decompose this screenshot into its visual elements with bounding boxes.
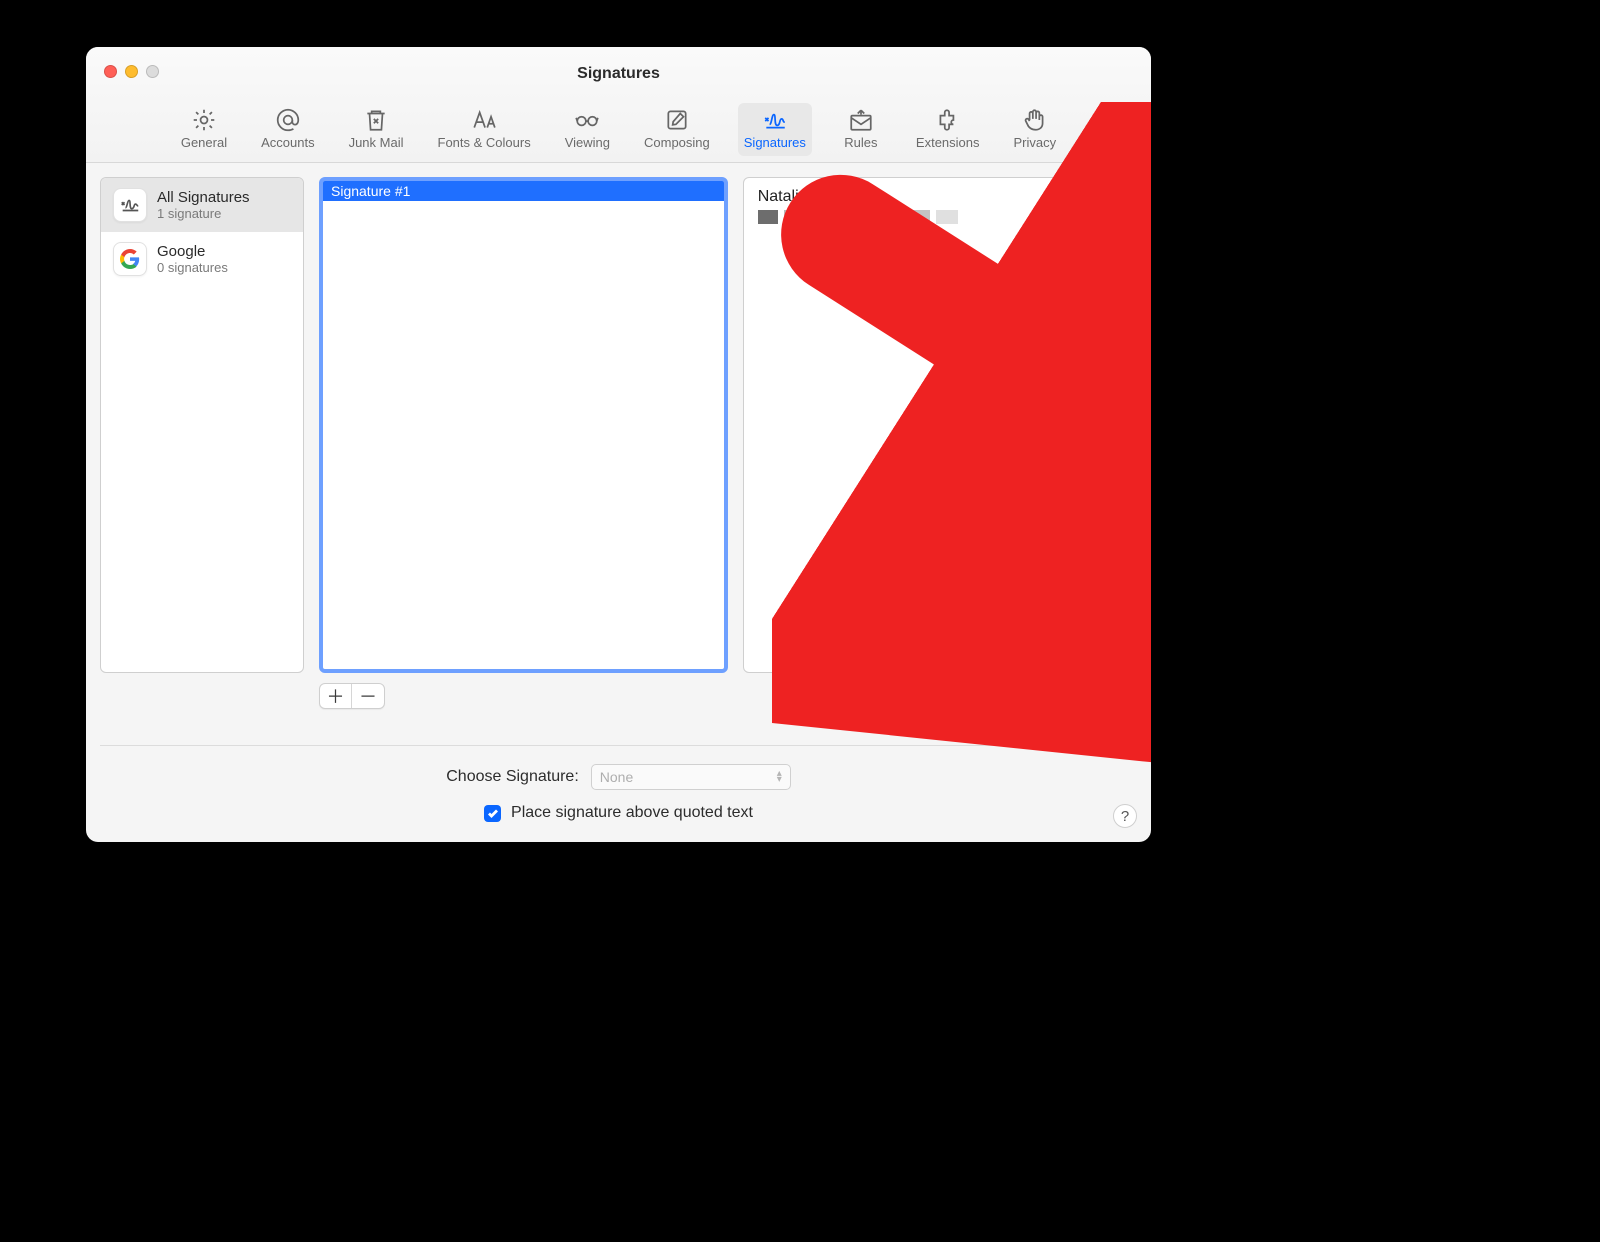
add-signature-button[interactable]: ＋ bbox=[320, 684, 352, 708]
tab-viewing[interactable]: Viewing bbox=[559, 103, 616, 156]
tab-label: Privacy bbox=[1014, 135, 1057, 150]
checkbox-checked-icon[interactable] bbox=[825, 684, 842, 701]
compose-icon bbox=[662, 107, 692, 133]
redacted-line bbox=[758, 210, 1122, 224]
footer: Choose Signature: None ▴▾ Place signatur… bbox=[86, 746, 1151, 842]
tab-junk-mail[interactable]: Junk Mail bbox=[343, 103, 410, 156]
tab-accounts[interactable]: Accounts bbox=[255, 103, 320, 156]
tab-privacy[interactable]: Privacy bbox=[1008, 103, 1063, 156]
account-subtitle: 1 signature bbox=[157, 206, 250, 221]
checkbox-checked-icon[interactable] bbox=[484, 805, 501, 822]
place-above-label: Place signature above quoted text bbox=[511, 804, 753, 822]
tab-label: Fonts & Colours bbox=[438, 135, 531, 150]
tab-composing[interactable]: Composing bbox=[638, 103, 716, 156]
account-row-google[interactable]: Google 0 signatures bbox=[101, 232, 303, 286]
preferences-window: Signatures General Accounts Junk Mail Fo… bbox=[86, 47, 1151, 842]
tab-label: General bbox=[181, 135, 227, 150]
tab-label: Extensions bbox=[916, 135, 980, 150]
glasses-icon bbox=[572, 107, 602, 133]
titlebar: Signatures General Accounts Junk Mail Fo… bbox=[86, 47, 1151, 163]
gear-icon bbox=[189, 107, 219, 133]
place-above-row[interactable]: Place signature above quoted text bbox=[100, 804, 1137, 822]
signature-preview-pane[interactable]: Natalie Polly bbox=[743, 177, 1137, 673]
window-title: Signatures bbox=[86, 65, 1151, 83]
rules-icon bbox=[846, 107, 876, 133]
remove-signature-button[interactable]: － bbox=[352, 684, 384, 708]
account-text: Google 0 signatures bbox=[157, 243, 228, 275]
tab-label: Rules bbox=[844, 135, 877, 150]
match-font-group: Always match my default message font (He… bbox=[825, 683, 1137, 727]
at-icon bbox=[273, 107, 303, 133]
choose-signature-row: Choose Signature: None ▴▾ bbox=[100, 764, 1137, 790]
match-font-label: Always match my default message font bbox=[850, 683, 1127, 701]
tab-rules[interactable]: Rules bbox=[834, 103, 888, 156]
signature-item-selected[interactable]: Signature #1 bbox=[323, 181, 724, 201]
tab-label: Signatures bbox=[744, 135, 806, 150]
match-font-sub: (Helvetica 12) bbox=[825, 711, 937, 727]
signatures-list-pane[interactable]: Signature #1 bbox=[319, 177, 728, 673]
add-remove-signature: ＋ － bbox=[319, 683, 385, 709]
choose-signature-select[interactable]: None ▴▾ bbox=[591, 764, 791, 790]
tab-general[interactable]: General bbox=[175, 103, 233, 156]
account-title: Google bbox=[157, 243, 228, 260]
panes-row: All Signatures 1 signature Google 0 sign… bbox=[100, 177, 1137, 673]
prefs-toolbar: General Accounts Junk Mail Fonts & Colou… bbox=[86, 103, 1151, 156]
match-font-checkbox-row[interactable]: Always match my default message font bbox=[825, 683, 1127, 701]
font-icon bbox=[469, 107, 499, 133]
tab-label: Composing bbox=[644, 135, 710, 150]
hand-icon bbox=[1020, 107, 1050, 133]
account-text: All Signatures 1 signature bbox=[157, 189, 250, 221]
choose-signature-label: Choose Signature: bbox=[446, 768, 579, 786]
account-row-all[interactable]: All Signatures 1 signature bbox=[101, 178, 303, 232]
accounts-pane: All Signatures 1 signature Google 0 sign… bbox=[100, 177, 304, 673]
tab-label: Accounts bbox=[261, 135, 314, 150]
google-icon bbox=[113, 242, 147, 276]
tab-signatures[interactable]: Signatures bbox=[738, 103, 812, 156]
below-panes-row: ＋ － Always match my default message font… bbox=[100, 673, 1137, 746]
select-value: None bbox=[600, 769, 633, 785]
tab-fonts-colours[interactable]: Fonts & Colours bbox=[432, 103, 537, 156]
all-signatures-icon bbox=[113, 188, 147, 222]
trash-icon bbox=[361, 107, 391, 133]
account-subtitle: 0 signatures bbox=[157, 260, 228, 275]
signature-icon bbox=[760, 107, 790, 133]
help-button[interactable]: ? bbox=[1113, 804, 1137, 828]
updown-chevron-icon: ▴▾ bbox=[777, 771, 782, 783]
content-area: All Signatures 1 signature Google 0 sign… bbox=[86, 163, 1151, 746]
account-title: All Signatures bbox=[157, 189, 250, 206]
tab-extensions[interactable]: Extensions bbox=[910, 103, 986, 156]
preview-name: Natalie Polly bbox=[758, 188, 1122, 206]
tab-label: Viewing bbox=[565, 135, 610, 150]
puzzle-icon bbox=[933, 107, 963, 133]
tab-label: Junk Mail bbox=[349, 135, 404, 150]
